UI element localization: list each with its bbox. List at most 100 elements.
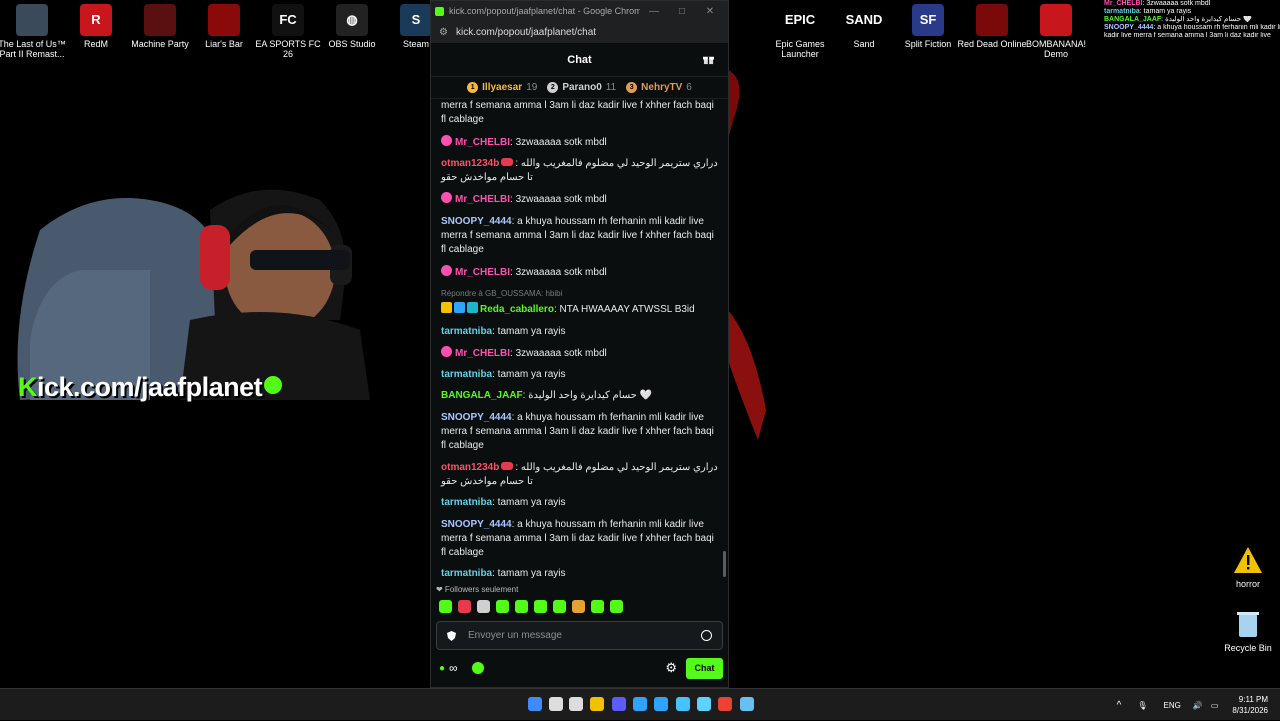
system-tray: ^ 🎙 ENG 🔊 ▭ 9:11 PM 8/31/2026	[1117, 689, 1280, 721]
desktop-icon-recycle-bin[interactable]: Recycle Bin	[1210, 604, 1280, 653]
overlay-message-text: kadir live merra f semana amma l 3am li …	[1104, 32, 1271, 39]
emote-icon[interactable]	[477, 600, 490, 613]
emote-icon[interactable]	[591, 600, 604, 613]
steam-icon[interactable]	[740, 697, 754, 711]
chat-message[interactable]: tarmatniba: tamam ya rayis	[441, 368, 718, 382]
shield-icon	[447, 630, 456, 641]
reply-reference[interactable]: Répondre à GB_OUSSAMA: hbibi	[441, 287, 718, 301]
window-title: kick.com/popout/jaafplanet/chat - Google…	[449, 6, 640, 16]
send-chat-button[interactable]: Chat	[686, 657, 723, 679]
chat-message[interactable]: Mr_CHELBI: 3zwaaaaa sotk mbdl	[441, 345, 718, 361]
user-badge-icon	[441, 192, 452, 204]
chat-username[interactable]: otman1234b	[441, 158, 499, 169]
desktop-icon-label: RedM	[83, 39, 108, 49]
kick-logo-icon[interactable]	[471, 662, 484, 674]
chat-message-input[interactable]: Envoyer un message	[436, 621, 723, 650]
chat-message-list[interactable]: merra f semana amma l 3am li daz kadir l…	[431, 99, 728, 579]
gift-icon[interactable]	[703, 54, 714, 65]
chat-username[interactable]: tarmatniba	[441, 326, 492, 337]
chat-username[interactable]: SNOOPY_4444	[441, 216, 512, 227]
chat-username[interactable]: Mr_CHELBI	[455, 348, 510, 359]
battery-icon[interactable]: ▭	[1211, 701, 1219, 710]
chat-username[interactable]: tarmatniba	[441, 568, 492, 579]
desktop-icon-label: BOMBANANA! Demo	[1025, 39, 1086, 59]
clock[interactable]: 9:11 PM 8/31/2026	[1232, 694, 1268, 716]
microphone-icon[interactable]: 🎙	[1137, 701, 1147, 710]
task-view-icon[interactable]	[569, 697, 583, 711]
leaderboard-entry[interactable]: 3 NehryTV 6	[626, 82, 692, 93]
infinity-icon: ∞	[449, 661, 458, 675]
search-icon[interactable]	[549, 697, 563, 711]
tray-overflow-icon[interactable]: ^	[1117, 700, 1122, 711]
speaker-icon[interactable]: 🔊	[1193, 701, 1203, 710]
chat-username[interactable]: Mr_CHELBI	[455, 194, 510, 205]
emote-icon	[501, 157, 514, 166]
app-icon[interactable]	[612, 697, 626, 711]
desktop-icon[interactable]: BOMBANANA! Demo	[1018, 0, 1094, 59]
chat-message-text: : 3zwaaaaa sotk mbdl	[510, 194, 607, 206]
chat-username[interactable]: BANGALA_JAAF	[441, 390, 523, 401]
chat-message[interactable]: Répondre à GB_OUSSAMA: hbibi Reda_caballe…	[441, 287, 718, 318]
language-indicator[interactable]: ENG	[1164, 701, 1181, 710]
steam-icon[interactable]	[676, 697, 690, 711]
chat-username[interactable]: Mr_CHELBI	[455, 137, 510, 148]
file-explorer-icon[interactable]	[590, 697, 604, 711]
chat-message[interactable]: tarmatniba: tamam ya rayis	[441, 496, 718, 510]
chat-scrollbar[interactable]	[723, 551, 726, 577]
desktop-icon-horror[interactable]: horror	[1210, 540, 1280, 589]
maximize-button[interactable]: □	[668, 6, 696, 17]
chat-message-text: : NTA HWAAAAY ATWSSL B3id	[553, 304, 695, 316]
chat-message[interactable]: tarmatniba: tamam ya rayis	[441, 325, 718, 339]
emote-icon[interactable]	[496, 600, 509, 613]
game-icon	[208, 4, 240, 36]
emote-icon[interactable]	[515, 600, 528, 613]
start-icon[interactable]	[528, 697, 542, 711]
leaderboard-entry[interactable]: 1 Illyaesar 19	[467, 82, 537, 93]
chrome-icon[interactable]	[718, 697, 732, 711]
stream-chat-overlay: Mr_CHELBI: 3zwaaaaa sotk mbdl tarmatniba:…	[1104, 0, 1280, 40]
emote-icon[interactable]	[553, 600, 566, 613]
desktop-icon-label: Split Fiction	[904, 39, 952, 49]
chat-message[interactable]: tarmatniba: tamam ya rayis	[441, 567, 718, 579]
desktop-icon-label: OBS Studio	[328, 39, 376, 49]
redm-icon: R	[80, 4, 112, 36]
store-icon[interactable]	[654, 697, 668, 711]
chat-username[interactable]: Reda_caballero	[480, 304, 554, 315]
minimize-button[interactable]: —	[640, 6, 668, 17]
chat-settings-gear-icon[interactable]: ⚙	[665, 660, 677, 676]
site-info-icon[interactable]: ⚙	[439, 27, 448, 38]
chat-message[interactable]: BANGALA_JAAF: حسام كيدايرة واحد الوليدة …	[441, 389, 718, 403]
rank-medal-icon: 3	[626, 82, 638, 93]
chat-username[interactable]: tarmatniba	[441, 369, 492, 380]
chat-message[interactable]: Mr_CHELBI: 3zwaaaaa sotk mbdl	[441, 264, 718, 280]
chat-username[interactable]: Mr_CHELBI	[455, 267, 510, 278]
chat-username[interactable]: otman1234b	[441, 462, 499, 473]
emote-icon[interactable]	[458, 600, 471, 613]
window-titlebar[interactable]: kick.com/popout/jaafplanet/chat - Google…	[431, 1, 728, 21]
chat-title: Chat	[567, 53, 592, 66]
chat-message[interactable]: Mr_CHELBI: 3zwaaaaa sotk mbdl	[441, 192, 718, 207]
chat-username[interactable]: SNOOPY_4444	[441, 519, 512, 530]
emote-icon[interactable]	[572, 600, 585, 613]
address-bar[interactable]: ⚙ kick.com/popout/jaafplanet/chat	[431, 21, 728, 43]
chat-message[interactable]: Mr_CHELBI: 3zwaaaaa sotk mbdl	[441, 134, 718, 150]
emote-icon[interactable]	[610, 600, 623, 613]
chat-message[interactable]: otman1234b: دراري ستريمر الوحيد لي مضلوم…	[441, 461, 718, 490]
emote-icon[interactable]	[534, 600, 547, 613]
emoji-picker-icon[interactable]	[701, 630, 712, 641]
chat-message[interactable]: SNOOPY_4444: a khuya houssam rh ferhanin…	[441, 215, 718, 258]
kick-favicon-icon	[435, 6, 444, 16]
chat-username[interactable]: tarmatniba	[441, 497, 492, 508]
emote-icon[interactable]	[439, 600, 452, 613]
leaderboard-entry[interactable]: 2 Parano0 11	[547, 82, 616, 93]
app-icon[interactable]	[697, 697, 711, 711]
kick-points-icon[interactable]: ●	[439, 663, 445, 674]
chat-message[interactable]: merra f semana amma l 3am li daz kadir l…	[441, 99, 718, 128]
edge-icon[interactable]	[633, 697, 647, 711]
chat-message[interactable]: otman1234b: دراري ستريمر الوحيد لي مضلوم…	[441, 157, 718, 186]
chat-message[interactable]: SNOOPY_4444: a khuya houssam rh ferhanin…	[441, 518, 718, 561]
chat-message[interactable]: SNOOPY_4444: a khuya houssam rh ferhanin…	[441, 411, 718, 454]
leader-name: Illyaesar	[482, 82, 523, 93]
close-button[interactable]: ✕	[696, 6, 724, 17]
chat-username[interactable]: SNOOPY_4444	[441, 412, 512, 423]
